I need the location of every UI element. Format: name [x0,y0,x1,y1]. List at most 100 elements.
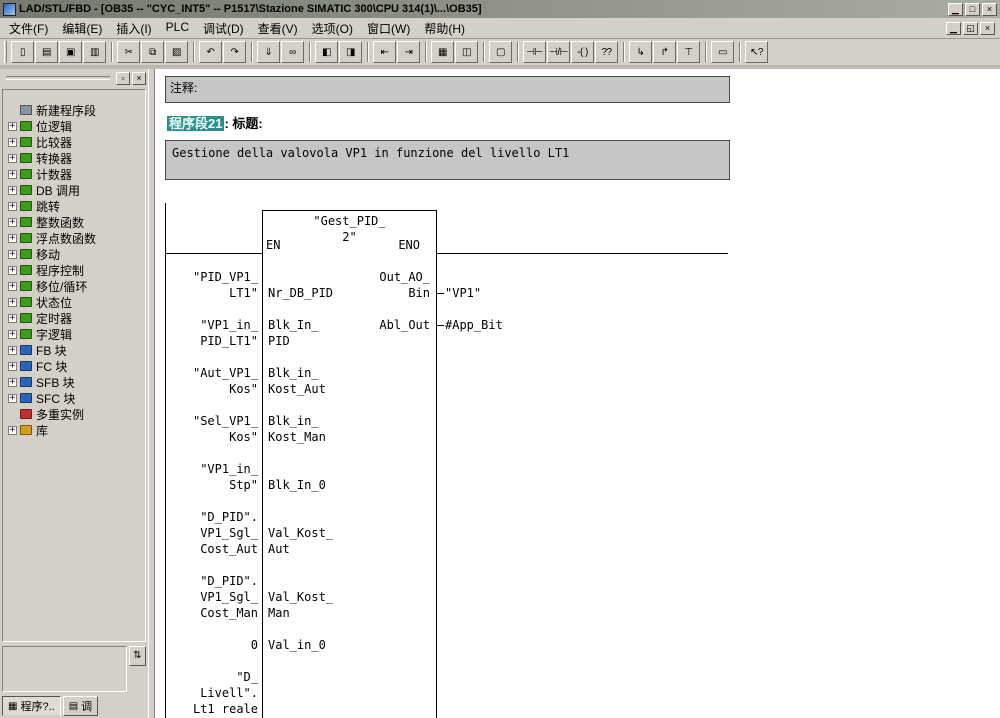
expand-icon[interactable]: + [8,266,17,275]
tree-item-multi-instance[interactable]: 多重实例 [3,406,145,422]
editor-canvas[interactable]: 注释: 程序段21: 标题: Gestione della valovola V… [155,69,1000,718]
close-pane-button[interactable]: × [132,72,146,85]
tree-item-comparator[interactable]: + 比较器 [3,134,145,150]
tree-item-counter[interactable]: + 计数器 [3,166,145,182]
fbd-input-parameter[interactable]: Blk_in_ Kost_Aut [268,365,326,397]
overview-button[interactable]: ◫ [455,41,478,63]
expand-icon[interactable]: + [8,362,17,371]
tree-item-sfb-blocks[interactable]: + SFB 块 [3,374,145,390]
expand-icon[interactable]: + [8,202,17,211]
fbd-output-parameter[interactable]: Abl_Out [342,317,430,333]
menu-debug[interactable]: 调试(D) [196,18,251,39]
tree-item-float-math[interactable]: + 浮点数函数 [3,230,145,246]
expand-icon[interactable]: + [8,186,17,195]
expand-icon[interactable]: + [8,394,17,403]
expand-icon[interactable]: + [8,314,17,323]
pane-splitter[interactable] [148,69,155,718]
maximize-button[interactable]: □ [965,3,980,16]
contact-nc-button[interactable]: ⊣/⊢ [547,41,570,63]
expand-icon[interactable]: + [8,154,17,163]
tree-item-db-call[interactable]: + DB 调用 [3,182,145,198]
empty-box-button[interactable]: ?? [595,41,618,63]
menu-window[interactable]: 窗口(W) [360,18,417,39]
expand-icon[interactable] [8,106,17,115]
expand-icon[interactable]: + [8,250,17,259]
mdi-minimize-button[interactable]: ▁ [946,22,961,35]
fbd-output-operand[interactable]: "VP1" [445,285,481,301]
mdi-close-button[interactable]: × [980,22,995,35]
fbd-input-parameter[interactable]: Val_Kost_ Man [268,589,333,621]
contact-no-button[interactable]: ⊣⊢ [523,41,546,63]
fbd-eno-pin[interactable]: ENO [380,239,420,252]
expand-icon[interactable]: + [8,378,17,387]
fbd-input-parameter[interactable]: Val_Kost_ Aut [268,525,333,557]
fbd-input-operand[interactable]: "Aut_VP1_ Kos" [160,365,258,397]
expand-icon[interactable]: + [8,298,17,307]
undo-button[interactable]: ↶ [199,41,222,63]
prev-network-button[interactable]: ⇤ [373,41,396,63]
fbd-input-parameter[interactable]: Val_in_0 [268,637,326,653]
fbd-output-parameter[interactable]: Out_AO_ Bin [342,269,430,301]
tree-item-sfc-blocks[interactable]: + SFC 块 [3,390,145,406]
tree-item-shift-rotate[interactable]: + 移位/循环 [3,278,145,294]
detail-listbox[interactable] [2,646,127,692]
expand-icon[interactable]: + [8,170,17,179]
expand-icon[interactable]: + [8,122,17,131]
cut-button[interactable]: ✂ [117,41,140,63]
fbd-en-pin[interactable]: EN [266,239,280,252]
next-network-button[interactable]: ⇥ [397,41,420,63]
menu-file[interactable]: 文件(F) [2,18,55,39]
tab-program-elements[interactable]: ▦ 程序?.. [2,696,61,716]
fbd-input-parameter[interactable]: Blk_in_ Kost_Man [268,413,326,445]
expand-icon[interactable]: + [8,218,17,227]
tree-item-fc-blocks[interactable]: + FC 块 [3,358,145,374]
fbd-input-parameter[interactable]: Nr_DB_PID [268,285,333,301]
mdi-restore-button[interactable]: ◱ [963,22,978,35]
insert-box-button[interactable]: ▭ [711,41,734,63]
tree-item-fb-blocks[interactable]: + FB 块 [3,342,145,358]
fbd-input-operand[interactable]: "D_PID". VP1_Sgl_ Cost_Man [160,573,258,621]
menu-view[interactable]: 查看(V) [251,18,305,39]
open-branch-button[interactable]: ↳ [629,41,652,63]
expand-icon[interactable]: + [8,346,17,355]
fbd-input-parameter[interactable]: Blk_In_ PID [268,317,319,349]
tree-item-word-logic[interactable]: + 字逻辑 [3,326,145,342]
minimize-button[interactable]: ▁ [948,3,963,16]
connector-button[interactable]: ⊤ [677,41,700,63]
tree-item-status-bits[interactable]: + 状态位 [3,294,145,310]
tree-item-jump[interactable]: + 跳转 [3,198,145,214]
tree-item-libraries[interactable]: + 库 [3,422,145,438]
tree-item-new-network[interactable]: 新建程序段 [3,102,145,118]
updown-button[interactable]: ⇅ [129,646,146,666]
toolbar-handle[interactable] [4,41,7,63]
symbol-info-button[interactable]: ◧ [315,41,338,63]
fbd-input-parameter[interactable]: Blk_In_0 [268,477,326,493]
tree-item-move[interactable]: + 移动 [3,246,145,262]
tree-item-integer-math[interactable]: + 整数函数 [3,214,145,230]
new-network-button[interactable]: ▢ [489,41,512,63]
dock-pane-button[interactable]: ▫ [116,72,130,85]
close-branch-button[interactable]: ↱ [653,41,676,63]
expand-icon[interactable]: + [8,330,17,339]
network-view-button[interactable]: ▦ [431,41,454,63]
network-header[interactable]: 程序段21: 标题: [167,113,263,132]
fbd-input-operand[interactable]: "VP1_in_ PID_LT1" [160,317,258,349]
redo-button[interactable]: ↷ [223,41,246,63]
menu-help[interactable]: 帮助(H) [417,18,472,39]
menu-plc[interactable]: PLC [159,18,196,39]
menu-edit[interactable]: 编辑(E) [55,18,109,39]
expand-icon[interactable]: + [8,282,17,291]
close-button[interactable]: × [982,3,997,16]
print-button[interactable]: ▥ [83,41,106,63]
tree-item-bit-logic[interactable]: + 位逻辑 [3,118,145,134]
fbd-input-operand[interactable]: "Sel_VP1_ Kos" [160,413,258,445]
network-comment-box-prev[interactable]: 注释: [165,76,730,103]
tree-item-timers[interactable]: + 定时器 [3,310,145,326]
fbd-input-operand[interactable]: "PID_VP1_ LT1" [160,269,258,301]
help-button[interactable]: ↖? [745,41,768,63]
paste-button[interactable]: ▨ [165,41,188,63]
open-button[interactable]: ▤ [35,41,58,63]
menu-insert[interactable]: 插入(I) [109,18,158,39]
coil-button[interactable]: -( ) [571,41,594,63]
new-button[interactable]: ▯ [11,41,34,63]
